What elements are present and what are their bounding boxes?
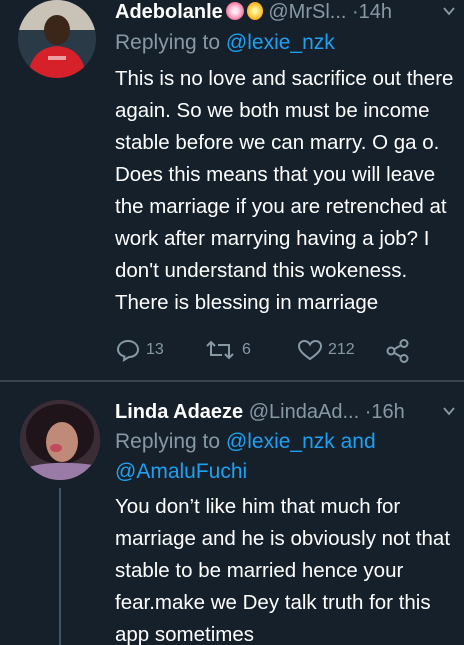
timestamp[interactable]: 16h [371, 401, 404, 423]
share-button[interactable] [385, 338, 411, 364]
avatar[interactable] [20, 400, 100, 480]
medal-icon [246, 2, 263, 20]
replying-to: Replying to @lexie_nzk and @AmaluFuchi [115, 427, 445, 487]
tweet-header: Linda Adaeze @LindaAd... ·16h [115, 400, 405, 424]
like-count: 212 [328, 341, 355, 358]
like-button[interactable]: 212 [297, 338, 355, 362]
timestamp[interactable]: 14h [359, 1, 392, 23]
reply-count: 13 [146, 341, 164, 358]
retweet-button[interactable]: 6 [203, 338, 251, 362]
author-handle[interactable]: @LindaAd... [249, 401, 359, 423]
replying-to-label: Replying to [115, 31, 221, 54]
replying-to: Replying to @lexie_nzk [115, 28, 335, 58]
reply-button[interactable]: 13 [115, 338, 164, 362]
tweet-text: You don’t like him that much for marriag… [115, 495, 451, 645]
retweet-count: 6 [242, 341, 251, 358]
tweet-actions: 13 6 212 [115, 338, 455, 368]
replying-to-label: Replying to [115, 430, 221, 453]
reply-mention-link[interactable]: @AmaluFuchi [115, 460, 247, 483]
chevron-down-icon[interactable] [442, 404, 456, 418]
author-name[interactable]: Linda Adaeze [115, 401, 243, 423]
chevron-down-icon[interactable] [442, 4, 456, 18]
tweet-text: This is no love and sacrifice out there … [115, 67, 454, 314]
thread-line [59, 488, 61, 645]
separator-dot: · [352, 1, 359, 23]
tweet-feed: Adebolanle @MrSl... ·14h Replying to @le… [0, 0, 464, 645]
avatar[interactable] [18, 0, 96, 78]
retweet-icon [206, 340, 234, 360]
heart-icon [297, 339, 323, 361]
share-icon [386, 339, 409, 363]
author-name[interactable]: Adebolanle [115, 1, 223, 23]
rose-icon [225, 2, 244, 20]
reply-mention-link[interactable]: @lexie_nzk and [226, 430, 376, 453]
author-handle[interactable]: @MrSl... [268, 1, 346, 23]
reply-icon [116, 339, 140, 362]
tweet-header: Adebolanle @MrSl... ·14h [115, 0, 392, 24]
tweet[interactable]: Linda Adaeze @LindaAd... ·16h Replying t… [0, 382, 464, 645]
tweet[interactable]: Adebolanle @MrSl... ·14h Replying to @le… [0, 0, 464, 380]
reply-mention-link[interactable]: @lexie_nzk [226, 31, 335, 54]
